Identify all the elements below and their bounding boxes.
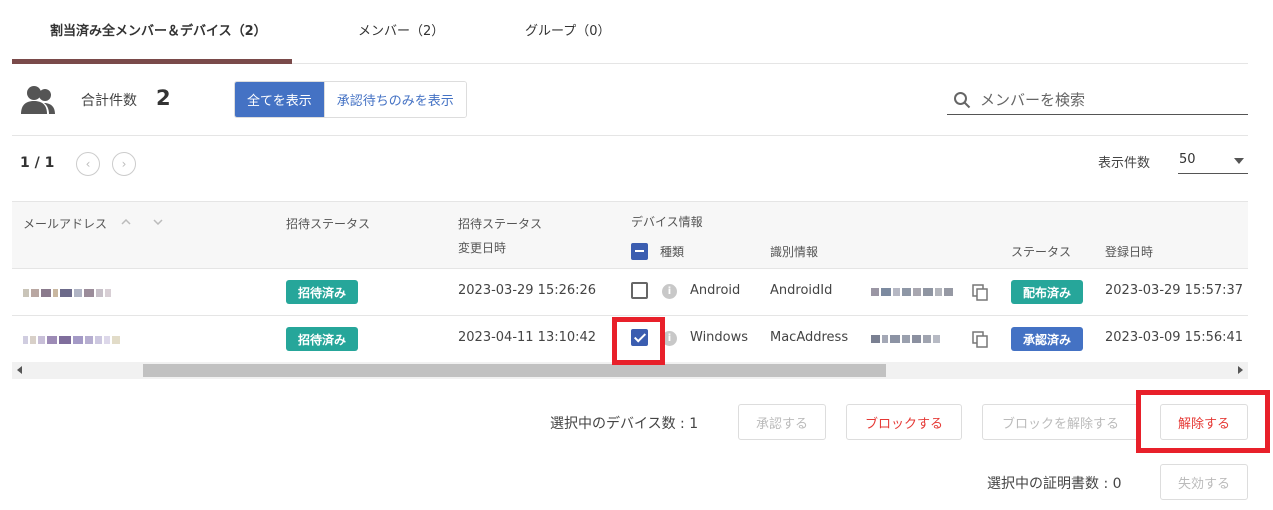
identifier-value-redacted (871, 334, 940, 344)
tab-all-members-devices[interactable]: 割当済み全メンバー＆デバイス（2） (50, 20, 267, 39)
prev-page-button[interactable]: ‹ (76, 152, 100, 176)
per-page-value: 50 (1179, 152, 1196, 167)
invite-changed-at: 2023-03-29 15:26:26 (458, 283, 597, 298)
header-invite-changed: 招待ステータス (458, 217, 543, 231)
scrollbar-thumb[interactable] (143, 364, 886, 377)
header-status: ステータス (1011, 245, 1072, 259)
approve-button[interactable]: 承認する (738, 404, 826, 440)
invite-status-badge: 招待済み (286, 327, 359, 351)
header-device-info: デバイス情報 (631, 215, 703, 229)
chevron-down-icon (1234, 158, 1244, 164)
tab-bar: 割当済み全メンバー＆デバイス（2） メンバー（2） グループ（0） (12, 0, 1248, 64)
next-page-button[interactable]: › (112, 152, 136, 176)
device-status-badge: 配布済み (1011, 280, 1084, 304)
registered-at: 2023-03-29 15:57:37 (1105, 283, 1244, 298)
per-page-select[interactable]: 50 (1178, 150, 1248, 174)
header-email[interactable]: メールアドレス (23, 215, 107, 232)
revoke-button[interactable]: 失効する (1160, 464, 1248, 500)
email-redacted (23, 335, 120, 345)
device-select-checkbox[interactable] (631, 329, 648, 346)
header-registered: 登録日時 (1105, 245, 1154, 259)
users-icon (21, 86, 55, 114)
scroll-left-arrow-icon[interactable] (17, 366, 22, 374)
info-icon[interactable]: i (662, 331, 677, 346)
tab-groups[interactable]: グループ（0） (525, 20, 611, 39)
filter-toggle-group: 全てを表示 承認待ちのみを表示 (234, 81, 467, 118)
total-count-value: 2 (156, 86, 171, 110)
table-row: 招待済み 2023-03-29 15:26:26 i Android Andro… (12, 269, 1248, 316)
info-icon[interactable]: i (662, 284, 677, 299)
device-status-badge: 承認済み (1011, 327, 1084, 351)
email-redacted (23, 288, 111, 298)
active-tab-indicator (12, 59, 292, 64)
invite-changed-at: 2023-04-11 13:10:42 (458, 330, 597, 345)
header-invite-changed-sub: 変更日時 (458, 241, 507, 255)
identifier-value-redacted (871, 287, 953, 297)
search-icon (954, 92, 971, 109)
invite-status-badge: 招待済み (286, 280, 359, 304)
divider (12, 135, 1248, 136)
header-invite-status: 招待ステータス (286, 217, 371, 231)
table-row: 招待済み 2023-04-11 13:10:42 i Windows MacAd… (12, 316, 1248, 363)
copy-icon[interactable] (972, 331, 988, 348)
tab-members[interactable]: メンバー（2） (358, 20, 444, 39)
show-all-button[interactable]: 全てを表示 (235, 82, 324, 117)
selected-certificates-count: 選択中の証明書数 : 0 (987, 476, 1122, 492)
identifier-type: MacAddress (770, 330, 849, 345)
header-identifier: 識別情報 (770, 245, 819, 259)
selected-devices-count: 選択中のデバイス数 : 1 (550, 416, 699, 432)
sort-desc-icon[interactable] (153, 219, 163, 225)
device-select-checkbox[interactable] (631, 282, 648, 299)
device-table: メールアドレス 招待ステータス 招待ステータス 変更日時 デバイス情報 種類 識… (12, 201, 1248, 379)
search-input[interactable] (980, 88, 1242, 112)
header-type: 種類 (660, 245, 685, 259)
device-type: Android (690, 283, 741, 298)
total-count-label: 合計件数 (81, 93, 137, 109)
release-button[interactable]: 解除する (1160, 404, 1248, 440)
scroll-right-arrow-icon[interactable] (1238, 366, 1243, 374)
device-type: Windows (690, 330, 749, 345)
sort-asc-icon[interactable] (121, 219, 131, 225)
select-all-checkbox[interactable] (631, 243, 648, 260)
copy-icon[interactable] (972, 284, 988, 301)
unblock-button[interactable]: ブロックを解除する (982, 404, 1139, 440)
table-header: メールアドレス 招待ステータス 招待ステータス 変更日時 デバイス情報 種類 識… (12, 202, 1248, 269)
identifier-type: AndroidId (770, 283, 833, 298)
horizontal-scrollbar[interactable] (12, 362, 1248, 379)
block-button[interactable]: ブロックする (846, 404, 962, 440)
show-pending-only-button[interactable]: 承認待ちのみを表示 (323, 82, 466, 117)
per-page-label: 表示件数 (1098, 156, 1151, 171)
registered-at: 2023-03-09 15:56:41 (1105, 330, 1244, 345)
page-indicator: 1 / 1 (20, 155, 55, 171)
member-search (947, 85, 1248, 115)
